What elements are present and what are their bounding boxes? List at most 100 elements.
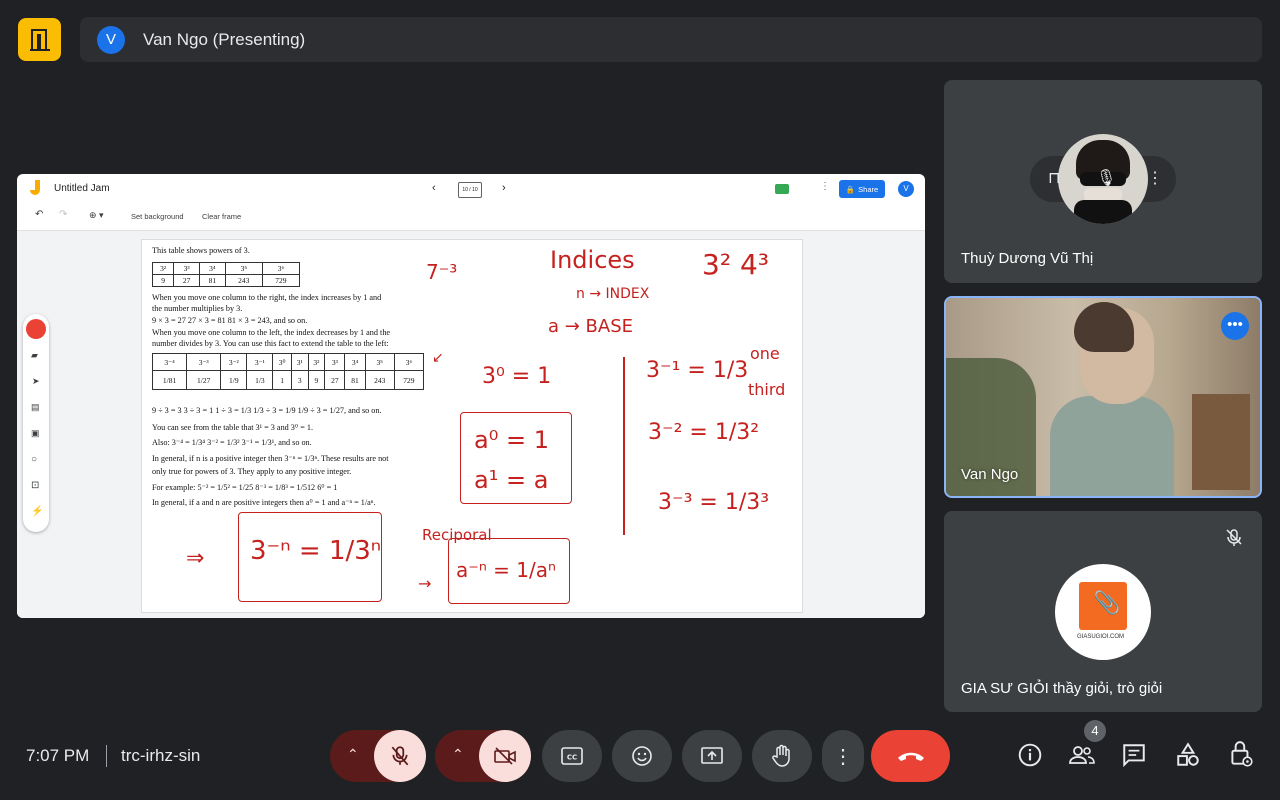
text-box-icon[interactable]: ⊡ [31,480,39,491]
table-cell: 27 [324,370,346,390]
presenter-avatar: V [97,25,125,54]
eraser-icon[interactable]: ▰ [31,350,38,361]
table-cell: 81 [344,370,366,390]
text-line: 9 ÷ 3 = 3 3 ÷ 3 = 1 1 ÷ 3 = 1/3 1/3 ÷ 3 … [152,406,382,415]
zoom-icon[interactable]: ⊕ ▾ [89,210,104,221]
image-icon[interactable]: ▣ [31,428,40,439]
text-line: In general, if n is a positive integer t… [152,454,389,463]
pin-icon[interactable]: ⊓ [1048,168,1060,188]
circle-icon[interactable]: ○ [31,454,37,465]
more-options-icon[interactable]: ⋮ [1147,168,1163,188]
jam-toolbar: ↶ ↷ ⊕ ▾ Set background Clear frame [17,204,925,231]
reactions-button[interactable] [612,730,672,782]
meeting-code[interactable]: trc-irhz-sin [121,746,200,766]
meet-present-icon[interactable] [775,184,789,194]
ink-note: a⁻ⁿ = 1/aⁿ [456,558,556,582]
share-button[interactable]: 🔒 Share [839,180,885,198]
powers-table-extended: 3⁻⁴ 3⁻³ 3⁻² 3⁻¹ 3⁰ 3¹ 3² 3³ 3⁴ 3⁵ 3⁶ 1/81 1/27 1/9 1/… [151,353,425,390]
captions-button[interactable]: CC [542,730,602,782]
raise-hand-icon [772,744,790,767]
table-cell: 3³ [324,353,346,371]
ink-note: a → BASE [548,316,634,337]
ink-note: third [748,380,786,399]
table-cell: 3⁻² [220,353,248,371]
clear-frame-button[interactable]: Clear frame [202,212,241,221]
audio-options-chevron-icon[interactable]: ⌃ [347,746,359,763]
ink-note: 3⁻ⁿ = 1/3ⁿ [250,536,382,566]
more-options-button[interactable]: ⋮ [822,730,864,782]
table-cell: 3 [290,370,309,390]
svg-text:CC: CC [567,754,577,762]
ink-note: 3² 4³ [702,248,769,281]
participant-name: GIA SƯ GIỎI thầy giỏi, trò giỏi [961,680,1163,697]
more-options-icon[interactable]: ••• [1221,312,1249,340]
chat-icon[interactable] [1121,742,1147,768]
ink-note: 3⁻¹ = 1/3 [646,358,749,383]
text-line: You can see from the table that 3¹ = 3 a… [152,423,314,432]
laser-icon[interactable]: ⚡ [31,506,43,517]
ink-divider [623,357,625,535]
people-icon[interactable] [1068,742,1096,768]
video-options-chevron-icon[interactable]: ⌃ [452,746,464,763]
people-count-badge: 4 [1084,720,1106,742]
text-line: When you move one column to the left, th… [152,328,391,337]
next-frame-icon[interactable]: › [502,182,506,194]
prev-frame-icon[interactable]: ‹ [432,182,436,194]
leave-call-button[interactable] [871,730,950,782]
shared-screen: Untitled Jam ‹ 10 / 10 › ⋮ 🔒 Share V ↶ ↷ … [17,174,925,618]
select-icon[interactable]: ➤ [32,376,40,387]
participant-name: Van Ngo [961,466,1019,483]
host-controls-lock-icon[interactable] [1228,740,1254,768]
redo-icon[interactable]: ↷ [59,209,67,220]
pen-tool-icon[interactable] [26,319,46,339]
mic-off-icon [391,746,409,766]
person-body [1050,396,1174,496]
text-line: This table shows powers of 3. [152,246,250,255]
activities-icon[interactable] [1175,742,1201,768]
participant-tile[interactable]: 📎 GIASUGIOI.COM GIA SƯ GIỎI thầy giỏi, t… [944,511,1262,712]
jam-titlebar: Untitled Jam ‹ 10 / 10 › ⋮ 🔒 Share V [17,174,925,204]
meeting-info-icon[interactable] [1017,742,1043,768]
meet-door-icon[interactable] [18,18,61,61]
table-cell: 3⁻⁴ [151,353,188,371]
jam-title[interactable]: Untitled Jam [54,183,110,194]
table-cell: 3⁴ [198,262,226,275]
end-call-icon [897,752,924,761]
table-cell: 243 [364,370,395,390]
powers-table-small: 3² 3³ 3⁴ 3⁵ 3⁶ 9 27 81 243 729 [151,262,301,287]
sticky-note-icon[interactable]: ▤ [31,402,40,413]
participant-tile[interactable]: ⊓ 🎙 ⋮ Thuỳ Dương Vũ Thị [944,80,1262,283]
table-cell: 3⁰ [272,353,292,371]
lock-icon: 🔒 [845,184,856,194]
participant-tile-active[interactable]: ••• Van Ngo [944,296,1262,498]
mic-icon[interactable]: 🎙 [1096,168,1116,188]
raise-hand-button[interactable] [752,730,812,782]
undo-icon[interactable]: ↶ [35,209,43,220]
text-line: In general, if a and n are positive inte… [152,498,376,507]
table-cell: 9 [307,370,326,390]
divider [106,745,107,767]
table-cell: 729 [261,274,301,287]
jam-user-avatar[interactable]: V [898,181,914,197]
frame-indicator[interactable]: 10 / 10 [458,182,482,198]
more-options-icon: ⋮ [833,745,853,768]
table-cell: 3⁵ [224,262,263,275]
table-cell: 3⁻¹ [246,353,274,371]
table-cell: 3³ [173,262,200,275]
jam-tool-palette: ▰ ➤ ▤ ▣ ○ ⊡ ⚡ [23,314,49,532]
ink-arrow: → [418,574,432,593]
camera-toggle-button[interactable] [479,730,531,782]
table-cell: 243 [224,274,263,287]
table-cell: 1/3 [246,370,274,390]
text-line: When you move one column to the right, t… [152,293,382,302]
mic-toggle-button[interactable] [374,730,426,782]
present-now-button[interactable] [682,730,742,782]
ink-arrow: ⇒ [186,546,205,571]
logo-text: GIASUGIOI.COM [1077,634,1125,640]
text-line: only true for powers of 3. They apply to… [152,467,352,476]
table-cell: 1 [272,370,292,390]
more-options-icon[interactable]: ⋮ [820,181,830,192]
set-background-button[interactable]: Set background [131,212,184,221]
table-cell: 1/27 [186,370,222,390]
table-cell: 27 [173,274,200,287]
